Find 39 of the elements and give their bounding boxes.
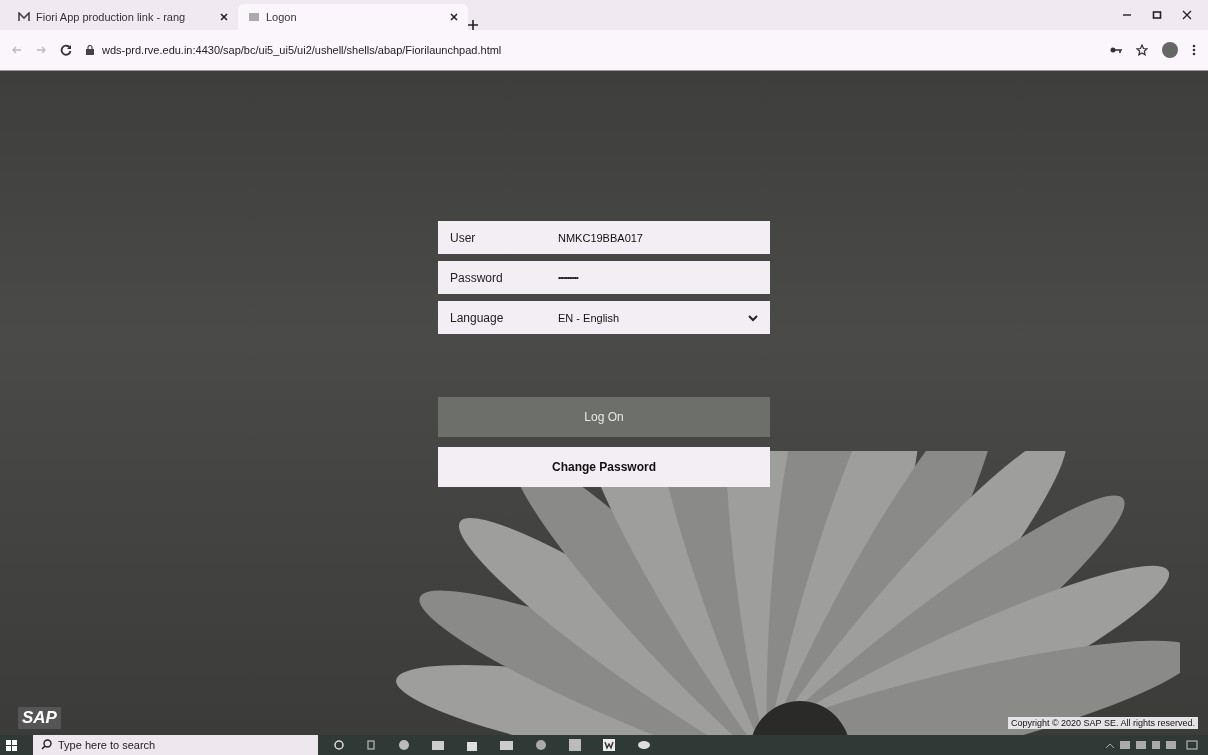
reload-icon[interactable] [60, 44, 72, 56]
browser-tab[interactable]: Fiori App production link - rang [8, 4, 238, 30]
taskbar-search-field[interactable]: Type here to search [33, 735, 318, 755]
key-icon[interactable] [1110, 46, 1122, 54]
copyright-text: Copyright © 2020 SAP SE. All rights reserved. [1007, 717, 1198, 729]
plus-icon[interactable] [468, 20, 478, 30]
sap-logo: SAP [18, 707, 61, 729]
more-icon[interactable] [1192, 44, 1196, 56]
shopping-bag-icon[interactable] [466, 739, 478, 751]
change-password-button[interactable]: Change Password [438, 447, 770, 487]
url-text[interactable]: wds-prd.rve.edu.in:4430/sap/bc/ui5_ui5/ui2/ushell/shells/abap/Fiorilaunchpad.html [102, 44, 502, 56]
notification-icon[interactable] [1186, 740, 1198, 750]
password-field[interactable]: ••••••••••• [558, 273, 758, 282]
star-icon[interactable] [1136, 44, 1148, 56]
lock-icon [86, 45, 94, 55]
page-icon [248, 12, 260, 22]
tray-icons-drawing[interactable] [1106, 740, 1176, 750]
field-label: User [450, 230, 477, 245]
folder-icon[interactable] [432, 740, 444, 750]
envelope-icon[interactable] [500, 740, 513, 750]
close-icon [220, 13, 228, 21]
mail-icon [18, 12, 30, 22]
browser-tab[interactable]: Logon [238, 4, 468, 30]
language-dropdown[interactable]: Language EN - English [438, 301, 770, 334]
close-icon [450, 13, 458, 21]
task-view-icon[interactable] [366, 740, 376, 750]
word-icon[interactable] [603, 739, 615, 751]
browser-icon[interactable] [398, 739, 410, 751]
close-icon[interactable] [1182, 10, 1192, 20]
circle-icon[interactable] [334, 740, 344, 750]
field-label: Password [450, 270, 504, 285]
windows-logo-icon[interactable] [6, 739, 17, 751]
disc-icon[interactable] [637, 740, 651, 750]
avatar[interactable] [1162, 42, 1178, 58]
user-field[interactable]: NMKC19BBA017 [558, 231, 758, 244]
log-on-button[interactable]: Log On [438, 397, 770, 437]
chevron-down-icon [748, 313, 758, 322]
app-icon[interactable] [535, 739, 547, 751]
maximize-icon[interactable] [1152, 10, 1162, 20]
